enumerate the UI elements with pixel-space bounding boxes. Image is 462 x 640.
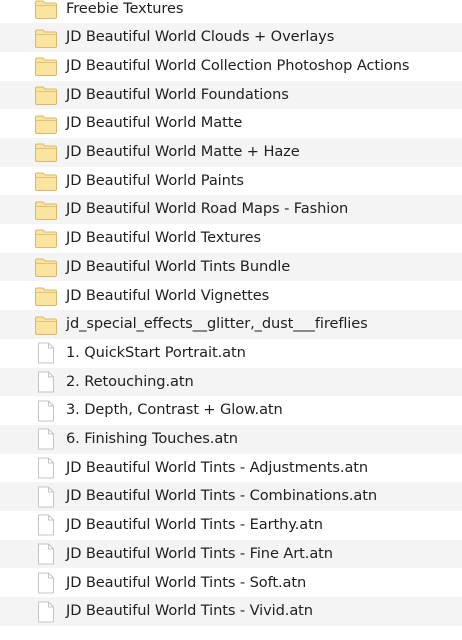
folder-name: JD Beautiful World Textures	[66, 229, 262, 247]
folder-row[interactable]: JD Beautiful World Collection Photoshop …	[0, 51, 462, 81]
folder-row[interactable]: JD Beautiful World Paints	[0, 166, 462, 196]
folder-row[interactable]: JD Beautiful World Matte	[0, 109, 462, 138]
folder-icon	[34, 227, 58, 249]
document-icon	[36, 342, 60, 364]
folder-row[interactable]: JD Beautiful World Vignettes	[0, 281, 462, 311]
file-name: JD Beautiful World Tints - Earthy.atn	[66, 516, 323, 534]
folder-name: JD Beautiful World Foundations	[66, 85, 289, 103]
folder-icon	[34, 314, 58, 336]
folder-name: JD Beautiful World Vignettes	[66, 286, 270, 304]
document-icon	[36, 400, 60, 422]
file-row[interactable]: JD Beautiful World Tints - Vivid.atn	[0, 597, 462, 626]
document-icon	[36, 486, 60, 508]
document-icon	[36, 457, 60, 479]
file-name: 6. Finishing Touches.atn	[66, 430, 238, 448]
folder-name: Freebie Textures	[66, 0, 184, 17]
folder-icon	[34, 55, 58, 77]
folder-row[interactable]: JD Beautiful World Matte + Haze	[0, 138, 462, 167]
file-name: JD Beautiful World Tints - Soft.atn	[66, 573, 307, 591]
folder-icon	[34, 285, 58, 307]
file-row[interactable]: JD Beautiful World Tints - Adjustments.a…	[0, 453, 462, 483]
folder-row[interactable]: JD Beautiful World Clouds + Overlays	[0, 23, 462, 52]
file-name: JD Beautiful World Tints - Adjustments.a…	[66, 458, 369, 476]
document-icon	[36, 543, 60, 565]
file-row[interactable]: JD Beautiful World Tints - Fine Art.atn	[0, 539, 462, 569]
folder-name: JD Beautiful World Paints	[66, 171, 244, 189]
document-icon	[36, 428, 60, 450]
file-row[interactable]: JD Beautiful World Tints - Soft.atn	[0, 568, 462, 598]
folder-icon	[34, 84, 58, 106]
file-name: 3. Depth, Contrast + Glow.atn	[66, 401, 283, 419]
document-icon	[36, 514, 60, 536]
folder-icon	[34, 170, 58, 192]
folder-icon	[34, 27, 58, 49]
folder-row[interactable]: jd_special_effects__glitter,_dust___fire…	[0, 310, 462, 339]
folder-icon	[34, 141, 58, 163]
folder-row[interactable]: JD Beautiful World Road Maps - Fashion	[0, 195, 462, 225]
folder-icon	[34, 199, 58, 221]
folder-name: JD Beautiful World Clouds + Overlays	[66, 28, 335, 46]
folder-row[interactable]: JD Beautiful World Textures	[0, 224, 462, 253]
folder-name: JD Beautiful World Matte	[66, 114, 243, 132]
file-name: JD Beautiful World Tints - Combinations.…	[66, 487, 377, 505]
file-row[interactable]: 6. Finishing Touches.atn	[0, 425, 462, 454]
folder-row[interactable]: Freebie Textures	[0, 0, 462, 24]
file-row[interactable]: JD Beautiful World Tints - Combinations.…	[0, 482, 462, 512]
file-row[interactable]: 3. Depth, Contrast + Glow.atn	[0, 396, 462, 425]
document-icon	[36, 371, 60, 393]
file-name: JD Beautiful World Tints - Fine Art.atn	[66, 544, 333, 562]
folder-name: JD Beautiful World Road Maps - Fashion	[66, 200, 349, 218]
folder-name: JD Beautiful World Tints Bundle	[66, 257, 291, 275]
folder-icon	[34, 113, 58, 135]
file-row[interactable]: JD Beautiful World Tints - Earthy.atn	[0, 511, 462, 540]
file-name: JD Beautiful World Tints - Vivid.atn	[66, 602, 313, 620]
document-icon	[36, 601, 60, 623]
document-icon	[36, 572, 60, 594]
folder-row[interactable]: JD Beautiful World Tints Bundle	[0, 252, 462, 282]
folder-name: JD Beautiful World Matte + Haze	[66, 143, 300, 161]
file-list: Freebie Textures JD Beautiful World Cloud…	[0, 0, 462, 640]
file-name: 1. QuickStart Portrait.atn	[66, 343, 246, 361]
folder-row[interactable]: JD Beautiful World Foundations	[0, 80, 462, 110]
folder-icon	[34, 256, 58, 278]
file-name: 2. Retouching.atn	[66, 372, 194, 390]
file-row[interactable]: 1. QuickStart Portrait.atn	[0, 338, 462, 368]
file-row[interactable]: 2. Retouching.atn	[0, 367, 462, 397]
folder-name: JD Beautiful World Collection Photoshop …	[66, 56, 410, 74]
folder-name: jd_special_effects__glitter,_dust___fire…	[66, 315, 368, 333]
folder-icon	[34, 0, 58, 20]
